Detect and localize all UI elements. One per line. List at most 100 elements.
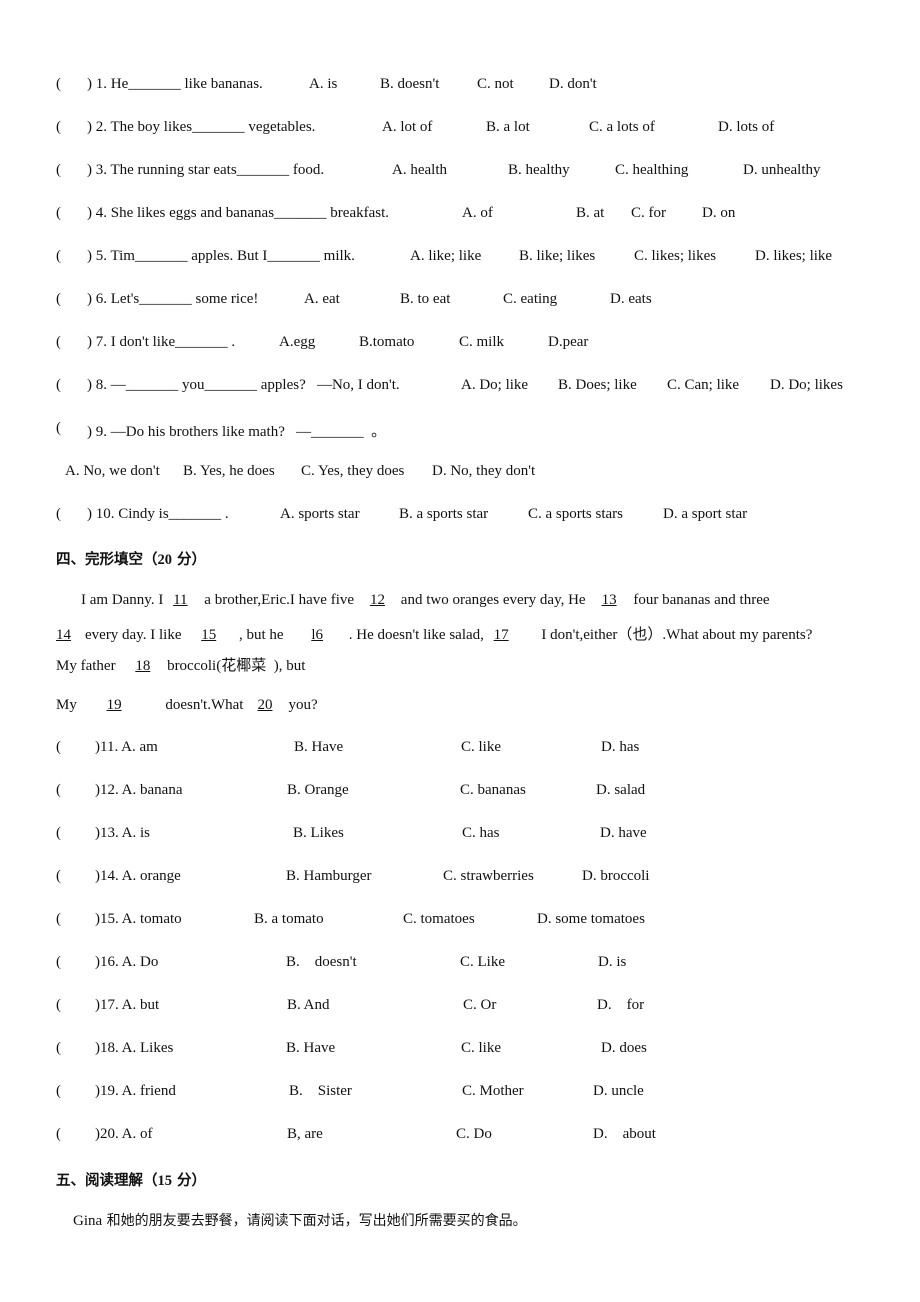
blank-16[interactable]: l6 <box>287 627 340 643</box>
option-d: D. for <box>597 997 645 1013</box>
blank-19[interactable]: 19 <box>81 697 146 713</box>
option-d: D. unhealthy <box>743 162 821 178</box>
question-stem: ) 10. Cindy is_______ . <box>87 506 229 522</box>
option-d: D. some tomatoes <box>537 911 645 927</box>
answer-paren[interactable]: ( <box>56 782 61 799</box>
option-a: )12. A. banana <box>95 782 183 798</box>
question-stem: ) 1. He_______ like bananas. <box>87 76 263 92</box>
blank-12[interactable]: 12 <box>354 592 392 608</box>
text: broccoli(花椰菜 ), but <box>163 658 306 674</box>
answer-paren[interactable]: ( <box>56 954 61 971</box>
section-title-tail: 分） <box>172 552 207 568</box>
option-b: B. Orange <box>287 782 349 798</box>
option-c: C. like <box>461 739 501 755</box>
option-a: )20. A. of <box>95 1126 153 1142</box>
option-c: C. Do <box>456 1126 492 1142</box>
option-a: A. eat <box>304 291 340 307</box>
answer-paren[interactable]: ( <box>56 911 61 928</box>
question-stem: ) 7. I don't like_______ . <box>87 334 236 350</box>
answer-paren[interactable]: ( <box>56 76 61 93</box>
option-a: A. Do; like <box>461 377 529 393</box>
option-d: D. is <box>598 954 627 970</box>
option-d: D. Do; likes <box>770 377 843 393</box>
option-d: D. lots of <box>718 119 775 135</box>
option-a: )13. A. is <box>95 825 151 841</box>
option-b: B. to eat <box>400 291 451 307</box>
question-stem: ) 4. She likes eggs and bananas_______ b… <box>87 205 390 221</box>
blank-13[interactable]: 13 <box>586 592 625 608</box>
option-d: D. have <box>600 825 647 841</box>
option-b: B, are <box>287 1126 323 1142</box>
answer-paren[interactable]: ( <box>56 248 61 265</box>
option-d: D. a sport star <box>663 506 748 522</box>
option-d: D. broccoli <box>582 868 650 884</box>
option-b: B. a sports star <box>399 506 489 522</box>
blank-17[interactable]: 17 <box>488 627 530 643</box>
option-d: D. don't <box>549 76 597 92</box>
option-d: D.pear <box>548 334 589 350</box>
option-b: B. Does; like <box>558 377 637 393</box>
option-c: C. healthing <box>615 162 689 178</box>
text: a brother,Eric.I have five <box>200 592 355 608</box>
section-points: 20 <box>157 552 173 568</box>
section-5-heading: 五、阅读理解（15 分） <box>56 1169 206 1190</box>
option-b: B. Hamburger <box>286 868 372 884</box>
option-c: C. bananas <box>460 782 526 798</box>
option-c: C. a sports stars <box>528 506 623 522</box>
answer-paren[interactable]: ( <box>56 420 61 437</box>
answer-paren[interactable]: ( <box>56 868 61 885</box>
option-a: A.egg <box>279 334 316 350</box>
text: , but he <box>235 627 288 643</box>
answer-paren[interactable]: ( <box>56 739 61 756</box>
option-c: C. eating <box>503 291 558 307</box>
answer-paren[interactable]: ( <box>56 334 61 351</box>
answer-paren[interactable]: ( <box>56 1083 61 1100</box>
option-d: D. on <box>702 205 736 221</box>
section-5-instructions: Gina 和她的朋友要去野餐，请阅读下面对话，写出她们所需要买的食品。 <box>73 1210 527 1230</box>
option-d: D. No, they don't <box>432 463 536 479</box>
option-a: A. health <box>392 162 447 178</box>
question-stem: ) 8. —_______ you_______ apples? —No, I … <box>87 377 400 393</box>
question-stem: ) 5. Tim_______ apples. But I_______ mil… <box>87 248 355 264</box>
option-d: D. has <box>601 739 640 755</box>
text: My father <box>56 658 120 674</box>
option-a: )17. A. but <box>95 997 160 1013</box>
answer-paren[interactable]: ( <box>56 1040 61 1057</box>
answer-paren[interactable]: ( <box>56 162 61 179</box>
option-c: C. tomatoes <box>403 911 475 927</box>
text: I am Danny. I <box>81 592 168 608</box>
option-b: B. Likes <box>293 825 344 841</box>
option-b: B. healthy <box>508 162 570 178</box>
answer-paren[interactable]: ( <box>56 1126 61 1143</box>
option-c: C. for <box>631 205 666 221</box>
option-c: C. has <box>462 825 500 841</box>
option-b: B. And <box>287 997 330 1013</box>
answer-paren[interactable]: ( <box>56 825 61 842</box>
option-b: B. at <box>576 205 605 221</box>
text: . He doesn't like salad, <box>344 627 488 643</box>
section-title: 四、完形填空（ <box>56 552 158 568</box>
answer-paren[interactable]: ( <box>56 377 61 394</box>
blank-14[interactable]: 14 <box>56 627 85 643</box>
blank-20[interactable]: 20 <box>243 697 288 713</box>
option-d: D. does <box>601 1040 647 1056</box>
option-b: B. doesn't <box>286 954 357 970</box>
blank-18[interactable]: 18 <box>119 658 157 674</box>
answer-paren[interactable]: ( <box>56 997 61 1014</box>
option-c: C. likes; likes <box>634 248 717 264</box>
answer-paren[interactable]: ( <box>56 119 61 136</box>
blank-11[interactable]: 11 <box>167 592 195 608</box>
answer-paren[interactable]: ( <box>56 205 61 222</box>
text: every day. I like <box>85 627 186 643</box>
option-a: A. of <box>462 205 493 221</box>
option-a: )19. A. friend <box>95 1083 176 1099</box>
option-b: B. like; likes <box>519 248 596 264</box>
answer-paren[interactable]: ( <box>56 291 61 308</box>
option-c: C. a lots of <box>589 119 655 135</box>
blank-15[interactable]: 15 <box>185 627 229 643</box>
option-a: A. is <box>309 76 338 92</box>
option-a: )15. A. tomato <box>95 911 182 927</box>
option-b: B. Yes, he does <box>183 463 275 479</box>
answer-paren[interactable]: ( <box>56 506 61 523</box>
option-b: B. Have <box>286 1040 336 1056</box>
